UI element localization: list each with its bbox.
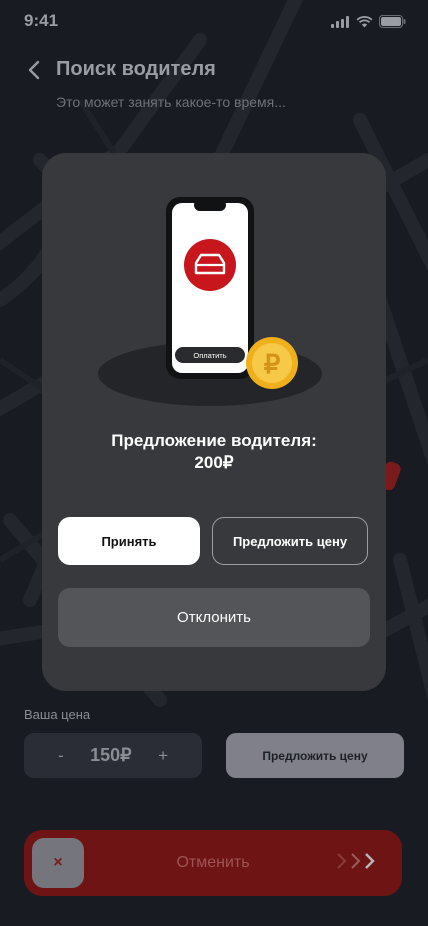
offer-title: Предложение водителя: (111, 431, 317, 450)
page-subtitle: Это может занять какое-то время... (56, 94, 286, 110)
page-title: Поиск водителя (56, 58, 216, 80)
ruble-coin-icon: ₽ (264, 349, 281, 379)
price-stepper: - 150₽ + (24, 733, 202, 778)
back-button[interactable] (20, 56, 48, 84)
cellular-signal-icon (331, 15, 349, 28)
cancel-chevrons (336, 851, 376, 871)
counter-offer-button[interactable]: Предложить цену (212, 517, 368, 565)
price-increase-button[interactable]: + (158, 746, 168, 766)
status-bar: 9:41 (0, 0, 428, 44)
battery-icon (379, 15, 406, 28)
phone-pay-label: Оплатить (193, 351, 226, 360)
suggest-price-button[interactable]: Предложить цену (226, 733, 404, 778)
price-decrease-button[interactable]: - (58, 746, 64, 766)
chevron-right-icon (351, 853, 361, 869)
phone-payment-illustration: Оплатить ₽ (98, 197, 322, 406)
offer-price: 200₽ (194, 453, 234, 472)
cancel-slider[interactable]: × Отменить (24, 830, 402, 896)
chevron-right-icon (337, 853, 347, 869)
decline-button[interactable]: Отклонить (58, 588, 370, 647)
accept-button[interactable]: Принять (58, 517, 200, 565)
chevron-left-icon (28, 60, 40, 80)
chevron-right-icon (365, 853, 375, 869)
status-icons (331, 15, 406, 28)
wifi-icon (356, 15, 373, 27)
price-value: 150₽ (90, 745, 132, 765)
your-price-label: Ваша цена (24, 707, 91, 722)
status-time: 9:41 (24, 11, 59, 30)
search-driver-screen: 9:41 Поиск водителя Это может занять как… (0, 0, 428, 926)
driver-offer-modal: Оплатить ₽ Предложение водителя: 200₽ Пр… (42, 153, 386, 691)
